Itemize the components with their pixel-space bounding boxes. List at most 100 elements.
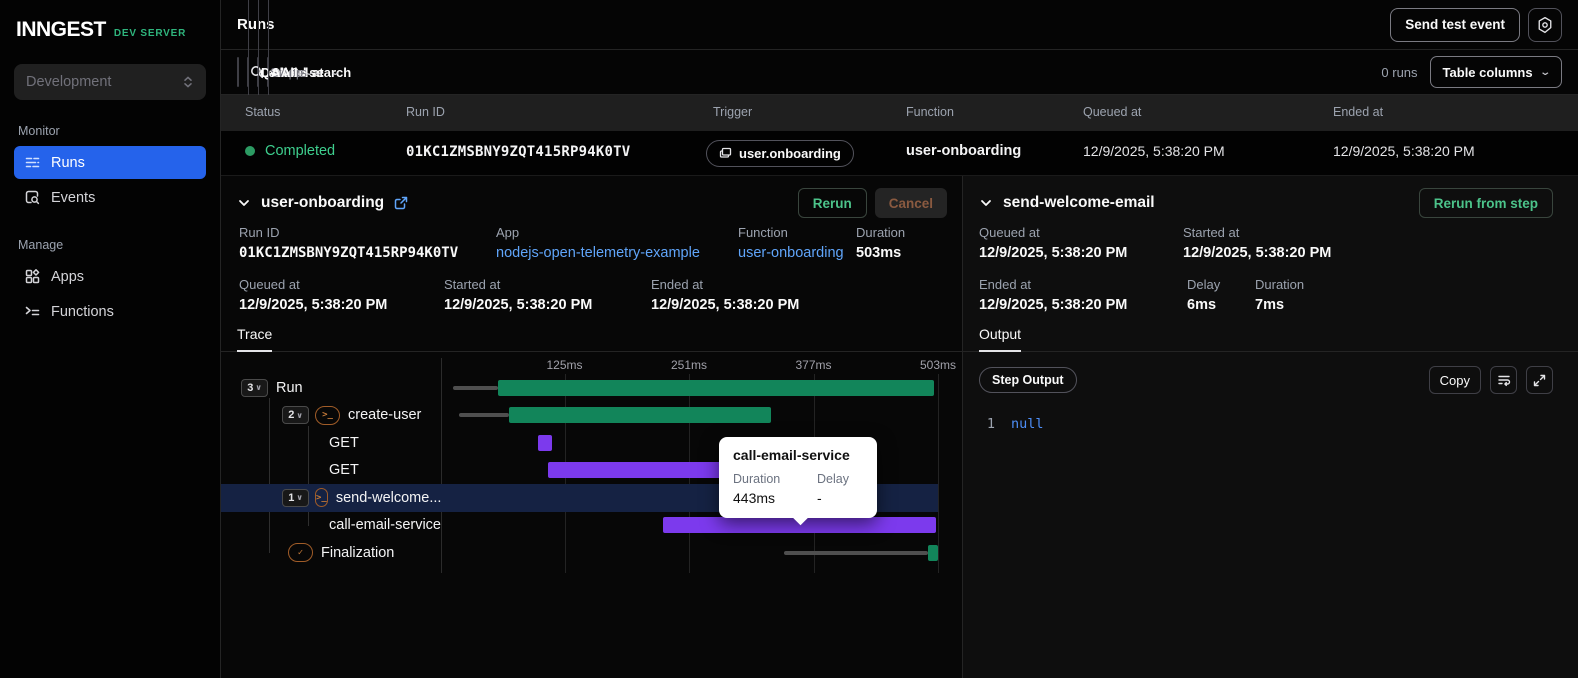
- expand-button[interactable]: [1526, 366, 1553, 394]
- column-header-function: Function: [906, 105, 954, 119]
- axis-tick: 377ms: [795, 358, 832, 372]
- code-line-number: 1: [986, 416, 995, 432]
- field-step-started-at: Started at 12/9/2025, 5:38:20 PM: [1183, 225, 1331, 261]
- trace-row-label: Run: [276, 379, 303, 396]
- field-value: 12/9/2025, 5:38:20 PM: [651, 297, 800, 313]
- tab-trace[interactable]: Trace: [237, 326, 273, 352]
- tab-output[interactable]: Output: [979, 326, 1022, 352]
- field-value: 12/9/2025, 5:38:20 PM: [239, 297, 388, 313]
- queue-delay-segment[interactable]: [452, 385, 499, 390]
- rerun-from-step-button[interactable]: Rerun from step: [1418, 188, 1553, 218]
- collapse-run-chevron-icon[interactable]: [237, 196, 251, 210]
- field-value: 6ms: [1187, 297, 1217, 313]
- step-detail-tabs: Output: [963, 326, 1578, 352]
- word-wrap-button[interactable]: [1490, 366, 1517, 394]
- run-detail-tabs: Trace: [221, 326, 962, 352]
- step-detail-title: send-welcome-email: [1003, 194, 1155, 211]
- span-bar[interactable]: [547, 462, 739, 478]
- field-label: Duration: [856, 225, 906, 240]
- axis-tick: 125ms: [546, 358, 583, 372]
- trace-row-name: ✓ Finalization: [221, 539, 441, 567]
- trace-chart: 125ms 251ms 377ms 503ms 3 ∨ Run 2 ∨ >_ create-…: [221, 358, 963, 573]
- collapse-step-chevron-icon[interactable]: [979, 196, 993, 210]
- time-filter: Queued at ⌄ Last 3d ⌄: [247, 0, 341, 411]
- axis-tick: 503ms: [919, 358, 957, 372]
- chevron-down-icon: ⌄: [1538, 66, 1551, 78]
- trace-row[interactable]: ✓ Finalization: [221, 539, 938, 567]
- sidebar-section-manage: Manage: [18, 238, 64, 252]
- sidebar-item-apps[interactable]: Apps: [14, 260, 206, 293]
- span-bar[interactable]: [498, 379, 934, 396]
- settings-button[interactable]: [1528, 7, 1562, 42]
- runs-table-header: Status Run ID Trigger Function Queued at…: [221, 95, 1578, 131]
- field-label: Queued at: [979, 225, 1040, 240]
- trace-row-label: create-user: [348, 407, 422, 424]
- step-detail-panel: send-welcome-email Rerun from step Queue…: [963, 176, 1578, 678]
- function-link[interactable]: user-onboarding: [738, 245, 844, 261]
- runs-count: 0 runs: [1381, 64, 1418, 80]
- field-value: 503ms: [856, 245, 902, 261]
- send-test-event-button[interactable]: Send test event: [1390, 7, 1520, 42]
- field-queued-at: Queued at 12/9/2025, 5:38:20 PM: [239, 277, 387, 313]
- queue-delay-segment[interactable]: [458, 413, 510, 417]
- word-wrap-icon: [1497, 375, 1510, 387]
- field-step-queued-at: Queued at 12/9/2025, 5:38:20 PM: [979, 225, 1127, 261]
- sidebar-item-functions[interactable]: Functions: [14, 295, 206, 328]
- environment-select-value: Development: [26, 74, 112, 90]
- span-tooltip: call-email-service Duration 443ms Delay …: [719, 437, 877, 518]
- sidebar-item-events[interactable]: Events: [14, 181, 206, 214]
- field-value: 12/9/2025, 5:38:20 PM: [979, 297, 1128, 313]
- external-link-icon[interactable]: [394, 196, 408, 210]
- field-step-ended-at: Ended at 12/9/2025, 5:38:20 PM: [979, 277, 1127, 313]
- column-header-run-id: Run ID: [406, 105, 445, 119]
- logo-row: INNGEST DEV SERVER: [14, 18, 206, 42]
- run-detail-panel: user-onboarding Rerun Cancel Run ID 01KC…: [221, 176, 963, 678]
- events-icon: [25, 190, 40, 205]
- trace-row-label: GET: [329, 434, 359, 451]
- queue-delay-segment[interactable]: [783, 550, 929, 555]
- column-header-ended-at: Ended at: [1333, 105, 1384, 119]
- trace-track: [441, 374, 938, 402]
- trace-row[interactable]: 3 ∨ Run: [221, 374, 938, 402]
- run-status: Completed: [245, 143, 335, 159]
- span-bar[interactable]: [509, 407, 771, 423]
- rerun-button[interactable]: Rerun: [797, 188, 867, 218]
- run-queued-at: 12/9/2025, 5:38:20 PM: [1083, 143, 1225, 159]
- copy-button[interactable]: Copy: [1428, 366, 1481, 394]
- trace-row-name: 1 ∨ >_ send-welcome...: [221, 484, 441, 512]
- app-link[interactable]: nodejs-open-telemetry-example: [496, 245, 700, 261]
- run-table-row[interactable]: Completed 01KC1ZMSBNY9ZQT415RP94K0TV use…: [221, 131, 1578, 176]
- table-columns-button[interactable]: Table columns ⌄: [1429, 56, 1562, 88]
- trigger-pill[interactable]: user.onboarding: [706, 140, 854, 167]
- field-label: Started at: [444, 277, 501, 292]
- filterbar: Show search Queued at ⌄ Last 3d ⌄ Status…: [221, 0, 1578, 411]
- cancel-button[interactable]: Cancel: [874, 188, 947, 218]
- sidebar-item-label: Apps: [51, 268, 85, 285]
- collapse-toggle-button[interactable]: 2 ∨: [282, 406, 309, 425]
- sidebar-item-runs[interactable]: Runs: [14, 146, 206, 179]
- tooltip-delay-label: Delay: [817, 472, 849, 486]
- span-bar[interactable]: [537, 434, 552, 451]
- run-detail-section: user-onboarding Rerun Cancel Run ID 01KC…: [221, 176, 1578, 678]
- collapse-toggle-button[interactable]: 3 ∨: [241, 378, 268, 397]
- app-filter: App All ⌄: [267, 0, 315, 411]
- status-filter: Status All ⌄: [257, 0, 307, 411]
- finalization-check-icon: ✓: [288, 543, 313, 563]
- axis-tick: 251ms: [670, 358, 708, 372]
- select-chevrons-icon: [184, 76, 192, 88]
- column-header-queued-at: Queued at: [1083, 105, 1142, 119]
- environment-select[interactable]: Development: [14, 64, 206, 100]
- tooltip-duration-value: 443ms: [733, 490, 776, 506]
- apps-icon: [25, 269, 40, 284]
- code-value: null: [1011, 416, 1044, 432]
- step-terminal-icon: >_: [315, 488, 328, 508]
- field-value: 7ms: [1255, 297, 1285, 313]
- trace-row-label: GET: [329, 462, 359, 479]
- field-function: Function user-onboarding: [738, 225, 844, 261]
- span-bar[interactable]: [928, 544, 938, 561]
- show-search-button[interactable]: Show search: [237, 57, 351, 87]
- output-toolbar: Step Output Copy: [979, 366, 1553, 394]
- collapse-toggle-button[interactable]: 1 ∨: [282, 488, 309, 507]
- trace-row[interactable]: 2 ∨ >_ create-user: [221, 402, 938, 430]
- field-run-id: Run ID 01KC1ZMSBNY9ZQT415RP94K0TV: [239, 225, 458, 261]
